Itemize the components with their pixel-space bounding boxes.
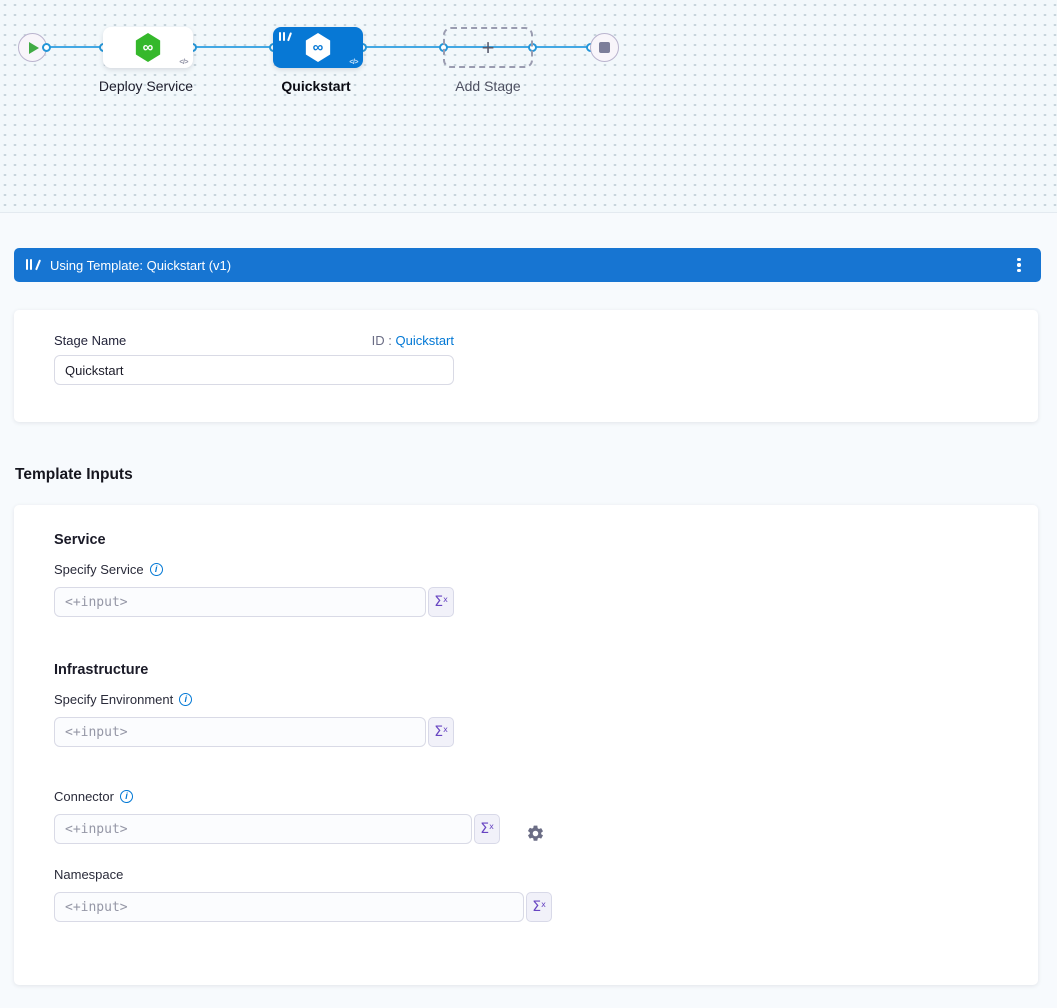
specify-service-input[interactable] — [54, 587, 426, 617]
plus-icon: + — [482, 37, 495, 59]
sigma-glyph: Σ — [434, 594, 443, 610]
stage-id-row: ID : Quickstart — [372, 333, 454, 348]
field-label-text: Specify Environment — [54, 692, 173, 707]
harness-cd-icon: ∞ — [305, 33, 332, 62]
stage-label-add-stage: Add Stage — [418, 78, 558, 94]
specify-environment-row: Σx — [54, 717, 454, 747]
infinity-glyph: ∞ — [313, 39, 324, 56]
infinity-glyph: ∞ — [143, 39, 154, 56]
sigma-sup: x — [541, 900, 546, 909]
section-heading-service: Service — [54, 532, 106, 548]
sigma-glyph: Σ — [434, 724, 443, 740]
sigma-glyph: Σ — [532, 899, 541, 915]
stage-label-quickstart: Quickstart — [246, 78, 386, 94]
port-start-out[interactable] — [42, 43, 51, 52]
stage-node-deploy-service[interactable]: ∞ </> — [103, 27, 193, 68]
stage-overview-card: Stage Name ID : Quickstart — [14, 310, 1038, 422]
field-label-text: Specify Service — [54, 562, 144, 577]
code-icon: </> — [349, 59, 358, 66]
expression-sigma-button[interactable]: Σx — [428, 587, 454, 617]
sigma-sup: x — [443, 595, 448, 604]
template-badge-icon — [279, 32, 293, 42]
pipeline-canvas[interactable]: ∞ </> ∞ </> + Deploy Service Quickstart … — [0, 0, 1057, 213]
play-icon — [29, 42, 39, 54]
template-inputs-heading: Template Inputs — [15, 466, 133, 484]
specify-environment-input[interactable] — [54, 717, 426, 747]
field-label-connector: Connector i — [54, 789, 133, 804]
info-icon[interactable]: i — [150, 563, 163, 576]
pipeline-end-node[interactable] — [590, 33, 619, 62]
field-label-namespace: Namespace — [54, 867, 123, 882]
harness-cd-icon: ∞ — [135, 33, 162, 62]
template-inputs-card: Service Specify Service i Σx Infrastruct… — [14, 505, 1038, 985]
template-library-icon — [26, 259, 41, 271]
add-stage-button[interactable]: + — [443, 27, 533, 68]
stage-id-prefix: ID : — [372, 333, 396, 348]
sigma-glyph: Σ — [480, 821, 489, 837]
specify-service-row: Σx — [54, 587, 454, 617]
expression-sigma-button[interactable]: Σx — [526, 892, 552, 922]
stage-name-input[interactable] — [54, 355, 454, 385]
namespace-input[interactable] — [54, 892, 524, 922]
field-label-text: Connector — [54, 789, 114, 804]
connector-row: Σx — [54, 814, 500, 844]
template-banner-text: Using Template: Quickstart (v1) — [50, 258, 231, 273]
info-icon[interactable]: i — [179, 693, 192, 706]
field-label-specify-service: Specify Service i — [54, 562, 163, 577]
connector-input[interactable] — [54, 814, 472, 844]
code-icon: </> — [179, 59, 188, 66]
expression-sigma-button[interactable]: Σx — [428, 717, 454, 747]
info-icon[interactable]: i — [120, 790, 133, 803]
stage-node-quickstart-selected[interactable]: ∞ </> — [273, 27, 363, 68]
namespace-row: Σx — [54, 892, 552, 922]
sigma-sup: x — [443, 725, 448, 734]
field-label-text: Namespace — [54, 867, 123, 882]
sigma-sup: x — [489, 822, 494, 831]
section-heading-infrastructure: Infrastructure — [54, 662, 148, 678]
field-label-specify-environment: Specify Environment i — [54, 692, 192, 707]
gear-icon[interactable] — [526, 824, 545, 843]
template-banner: Using Template: Quickstart (v1) — [14, 248, 1041, 282]
stop-icon — [599, 42, 610, 53]
expression-sigma-button[interactable]: Σx — [474, 814, 500, 844]
stage-id-link[interactable]: Quickstart — [395, 333, 454, 348]
stage-label-deploy-service: Deploy Service — [76, 78, 216, 94]
stage-name-label: Stage Name — [54, 333, 126, 348]
kebab-menu-icon[interactable] — [1009, 255, 1029, 275]
